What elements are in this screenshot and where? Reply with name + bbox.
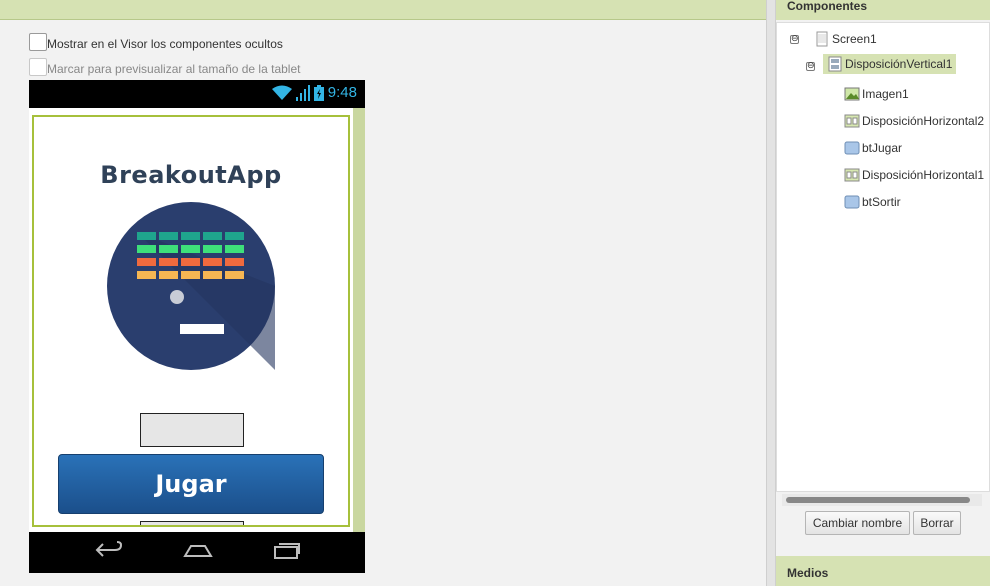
collapse-toggle-icon[interactable]: ⊖ <box>806 62 815 71</box>
tablet-preview-checkbox[interactable] <box>29 58 47 76</box>
panel-divider[interactable] <box>766 0 776 586</box>
components-header: Componentes <box>776 0 990 20</box>
home-icon[interactable] <box>183 540 213 560</box>
back-icon[interactable] <box>95 540 123 560</box>
tree-item-label: Screen1 <box>832 32 877 46</box>
signal-icon <box>295 84 310 101</box>
tree-item-label: DisposiciónHorizontal1 <box>862 168 985 182</box>
button-icon <box>844 195 860 209</box>
delete-button[interactable]: Borrar <box>913 511 961 535</box>
designer-toolbar <box>0 0 766 20</box>
tree-scrollbar-thumb[interactable] <box>786 497 970 503</box>
tree-item-btjugar[interactable]: btJugar <box>844 140 902 156</box>
tree-item-horizontal-arrangement-2[interactable]: DisposiciónHorizontal2 <box>844 113 984 129</box>
horizontal-arrangement-1[interactable] <box>140 521 244 525</box>
show-hidden-label: Mostrar en el Visor los componentes ocul… <box>47 37 283 51</box>
tree-item-vertical-arrangement[interactable]: DisposiciónVertical1 <box>823 54 957 74</box>
app-title: BreakoutApp <box>100 161 282 189</box>
wifi-icon <box>271 85 292 100</box>
show-hidden-option[interactable]: Mostrar en el Visor los componentes ocul… <box>29 33 283 51</box>
tablet-preview-label: Marcar para previsualizar al tamaño de l… <box>47 62 301 76</box>
screen-scrollbar[interactable] <box>353 108 365 532</box>
rename-button[interactable]: Cambiar nombre <box>805 511 910 535</box>
components-panel: Componentes ⊖ Screen1 ⊖ DisposiciónVerti… <box>776 0 990 550</box>
components-tree: ⊖ Screen1 ⊖ DisposiciónVertical1 Imagen1… <box>776 22 990 492</box>
vertical-arrangement-icon <box>828 56 842 72</box>
tree-item-btsortir[interactable]: btSortir <box>844 194 901 210</box>
image-icon <box>844 87 860 101</box>
vertical-arrangement[interactable]: BreakoutApp Jugar <box>32 115 350 527</box>
horizontal-arrangement-2[interactable] <box>140 413 244 447</box>
breakout-logo-image[interactable] <box>107 202 275 370</box>
tree-item-label: DisposiciónHorizontal2 <box>862 114 985 128</box>
app-screen: BreakoutApp Jugar <box>29 108 365 532</box>
horizontal-arrangement-icon <box>844 114 860 128</box>
media-header: Medios <box>776 556 990 586</box>
recent-apps-icon[interactable] <box>273 540 301 560</box>
battery-icon <box>313 84 324 101</box>
tree-item-screen1[interactable]: Screen1 <box>814 31 877 47</box>
status-bar: 9:48 <box>29 80 365 108</box>
tree-item-horizontal-arrangement-1[interactable]: DisposiciónHorizontal1 <box>844 167 984 183</box>
tree-item-label: btJugar <box>862 141 903 155</box>
tablet-preview-option[interactable]: Marcar para previsualizar al tamaño de l… <box>29 58 300 76</box>
screen-icon <box>816 31 828 47</box>
phone-preview: 9:48 BreakoutApp Jugar <box>29 80 365 573</box>
tree-item-label: btSortir <box>862 195 901 209</box>
navigation-bar <box>29 532 365 573</box>
horizontal-arrangement-icon <box>844 168 860 182</box>
show-hidden-checkbox[interactable] <box>29 33 47 51</box>
collapse-toggle-icon[interactable]: ⊖ <box>790 35 799 44</box>
button-icon <box>844 141 860 155</box>
status-time: 9:48 <box>327 84 357 101</box>
tree-item-image[interactable]: Imagen1 <box>844 86 909 102</box>
play-button[interactable]: Jugar <box>58 454 324 514</box>
tree-item-label: Imagen1 <box>862 87 909 101</box>
tree-item-label: DisposiciónVertical1 <box>845 57 953 71</box>
